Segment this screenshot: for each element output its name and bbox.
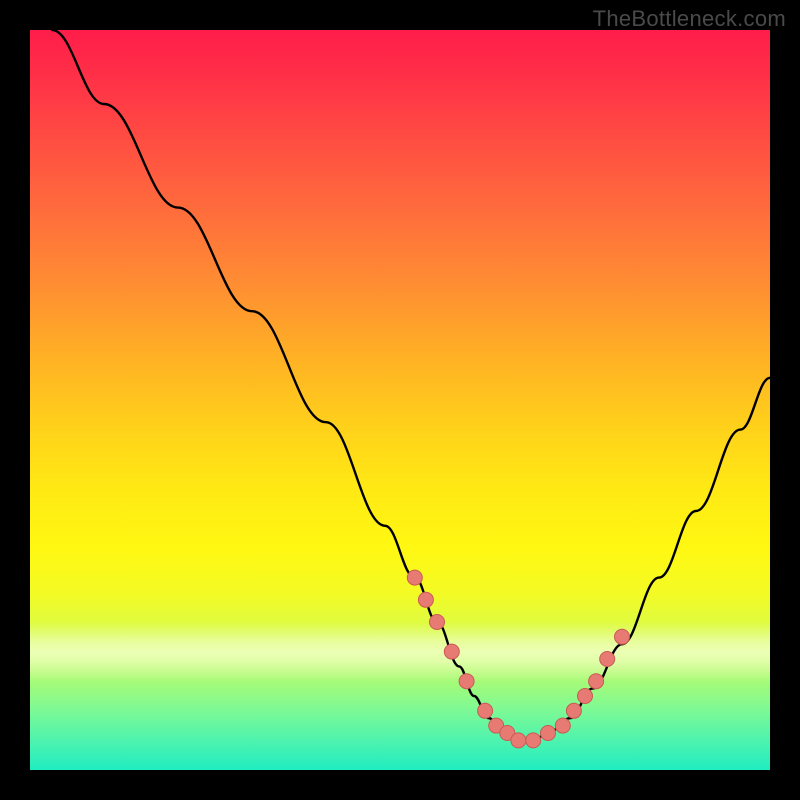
marker-dot: [407, 570, 422, 585]
marker-dot: [589, 674, 604, 689]
marker-dot: [600, 652, 615, 667]
marker-dot: [478, 703, 493, 718]
watermark-text: TheBottleneck.com: [593, 6, 786, 32]
marker-dot: [430, 615, 445, 630]
marker-dot: [541, 726, 556, 741]
curve-layer: [30, 30, 770, 770]
marker-dot: [418, 592, 433, 607]
marker-dot: [555, 718, 570, 733]
curve-markers: [407, 570, 629, 748]
bottleneck-curve: [52, 30, 770, 740]
marker-dot: [444, 644, 459, 659]
plot-area: [30, 30, 770, 770]
marker-dot: [511, 733, 526, 748]
marker-dot: [526, 733, 541, 748]
marker-dot: [459, 674, 474, 689]
marker-dot: [578, 689, 593, 704]
chart-stage: TheBottleneck.com: [0, 0, 800, 800]
marker-dot: [566, 703, 581, 718]
marker-dot: [615, 629, 630, 644]
